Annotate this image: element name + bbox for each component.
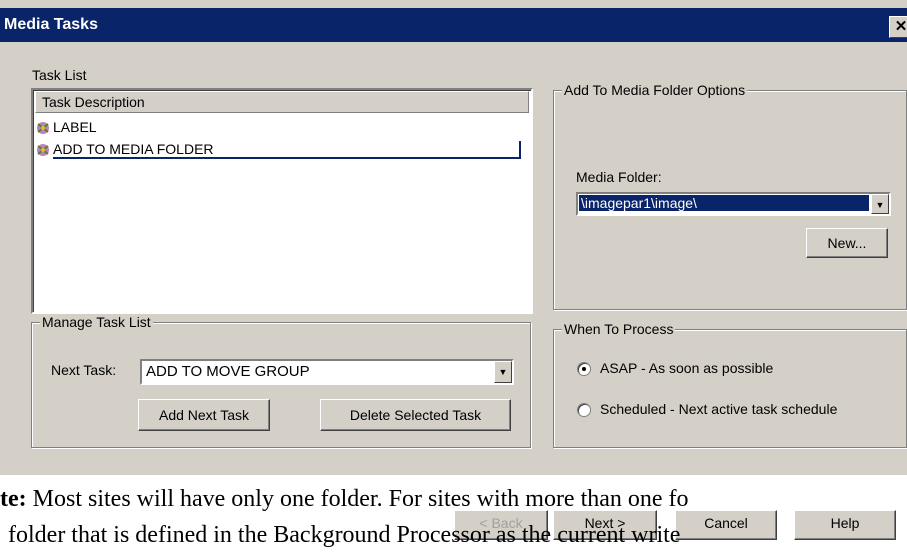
next-task-value: ADD TO MOVE GROUP [146, 363, 310, 380]
list-item-label: ADD TO MEDIA FOLDER [53, 141, 521, 159]
media-folder-select[interactable]: \imagepar1\image\ ▼ [576, 192, 891, 216]
scheduled-radio[interactable] [577, 403, 591, 417]
note-label: te: [0, 486, 27, 512]
when-to-process-group: When To Process ASAP - As soon as possib… [553, 321, 907, 448]
media-tasks-window: Media Tasks ✕ Task List Task Description… [0, 0, 907, 475]
task-list-label: Task List [32, 67, 87, 83]
new-folder-button[interactable]: New... [806, 228, 888, 258]
asap-label[interactable]: ASAP - As soon as possible [600, 360, 773, 376]
title-bar: Media Tasks ✕ [0, 8, 907, 42]
help-button[interactable]: Help [794, 510, 896, 540]
add-next-task-button[interactable]: Add Next Task [138, 399, 270, 431]
task-icon [37, 144, 49, 157]
media-folder-value: \imagepar1\image\ [579, 195, 869, 211]
delete-selected-task-button[interactable]: Delete Selected Task [320, 399, 511, 431]
window-title: Media Tasks [4, 16, 98, 33]
scheduled-label[interactable]: Scheduled - Next active task schedule [600, 401, 837, 417]
media-folder-options-group: Add To Media Folder Options Media Folder… [553, 82, 907, 310]
next-task-select[interactable]: ADD TO MOVE GROUP ▼ [140, 359, 514, 385]
close-button[interactable]: ✕ [889, 16, 907, 38]
close-icon: ✕ [894, 18, 907, 35]
list-item-selected[interactable]: ADD TO MEDIA FOLDER [35, 141, 528, 161]
chevron-down-icon[interactable]: ▼ [494, 361, 512, 383]
task-list-header[interactable]: Task Description [35, 91, 529, 113]
media-folder-options-label: Add To Media Folder Options [562, 82, 748, 98]
task-icon [37, 122, 49, 135]
chevron-down-icon[interactable]: ▼ [871, 194, 889, 214]
list-item[interactable]: LABEL [35, 119, 97, 139]
column-header-task-description: Task Description [42, 94, 145, 110]
media-folder-label: Media Folder: [576, 169, 662, 185]
task-list[interactable]: Task Description LABEL ADD TO MEDIA FOLD… [31, 88, 533, 314]
cancel-button[interactable]: Cancel [675, 510, 777, 540]
when-to-process-label: When To Process [562, 321, 676, 337]
manage-task-list-group: Manage Task List Next Task: ADD TO MOVE … [31, 314, 531, 448]
note-text: Most sites will have only one folder. Fo… [26, 486, 689, 512]
document-line-1: te: Most sites will have only one folder… [0, 486, 689, 513]
document-line-2: folder that is defined in the Background… [8, 522, 681, 548]
asap-radio[interactable] [577, 362, 591, 376]
next-task-label: Next Task: [51, 362, 117, 378]
manage-task-list-label: Manage Task List [40, 314, 153, 330]
list-item-label: LABEL [53, 119, 97, 135]
